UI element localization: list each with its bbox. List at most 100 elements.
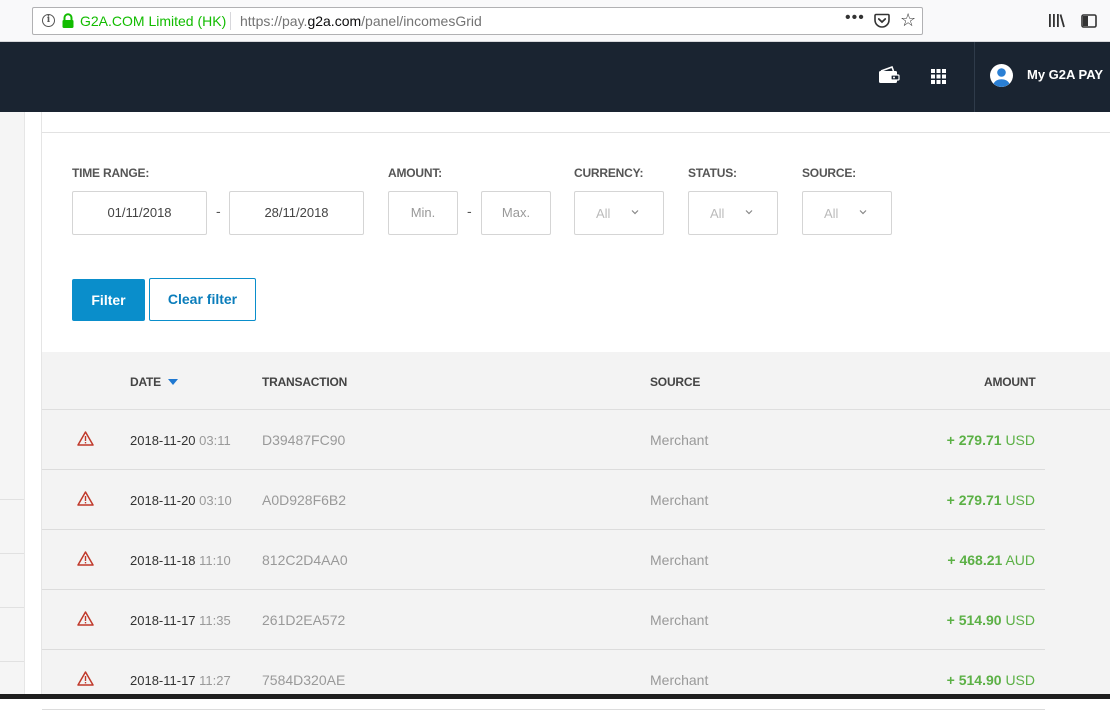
row-time: 03:11 bbox=[199, 433, 231, 448]
row-date: 2018-11-18 11:10 bbox=[130, 553, 231, 568]
amount-min-input[interactable]: Min. bbox=[388, 191, 458, 235]
wallet-icon[interactable] bbox=[878, 66, 900, 84]
row-currency: USD bbox=[1005, 492, 1035, 508]
gutter-divider bbox=[0, 553, 24, 554]
warning-icon[interactable] bbox=[77, 671, 94, 691]
row-time: 11:27 bbox=[199, 673, 231, 688]
row-date-day: 2018-11-20 bbox=[130, 433, 196, 448]
sidebar-toggle-icon[interactable] bbox=[1081, 14, 1097, 28]
table-row[interactable]: 2018-11-20 03:10 A0D928F6B2 Merchant + 279.… bbox=[42, 470, 1045, 530]
row-amount-value: + 468.21 bbox=[947, 552, 1003, 568]
row-date-day: 2018-11-18 bbox=[130, 553, 196, 568]
account-menu-label[interactable]: My G2A PAY bbox=[1027, 67, 1103, 82]
warning-icon[interactable] bbox=[77, 611, 94, 631]
table-row[interactable]: 2018-11-17 11:35 261D2EA572 Merchant + 514.… bbox=[42, 590, 1045, 650]
clear-filter-button[interactable]: Clear filter bbox=[149, 278, 256, 321]
warning-icon[interactable] bbox=[77, 551, 94, 571]
currency-label: CURRENCY: bbox=[574, 166, 644, 180]
table-row[interactable]: 2018-11-18 11:10 812C2D4AA0 Merchant + 468.… bbox=[42, 530, 1045, 590]
site-identity: G2A.COM Limited (HK) bbox=[80, 13, 227, 29]
url-path: /panel/incomesGrid bbox=[361, 13, 482, 29]
row-transaction-id[interactable]: 812C2D4AA0 bbox=[262, 552, 348, 568]
row-currency: USD bbox=[1005, 612, 1035, 628]
row-time: 11:35 bbox=[199, 613, 231, 628]
row-time: 03:10 bbox=[199, 493, 232, 508]
row-currency: AUD bbox=[1005, 552, 1035, 568]
row-date-day: 2018-11-17 bbox=[130, 613, 196, 628]
row-amount-value: + 514.90 bbox=[946, 672, 1002, 688]
url-domain: g2a.com bbox=[307, 13, 362, 29]
column-header-amount: AMOUNT bbox=[984, 375, 1036, 389]
warning-icon[interactable] bbox=[77, 431, 94, 451]
row-transaction-id[interactable]: 7584D320AE bbox=[262, 672, 345, 688]
row-currency: USD bbox=[1005, 672, 1035, 688]
table-row[interactable]: 2018-11-20 03:11 D39487FC90 Merchant + 279.… bbox=[42, 410, 1045, 470]
currency-select-value: All bbox=[596, 206, 611, 221]
filter-button[interactable]: Filter bbox=[72, 279, 145, 321]
lock-icon bbox=[62, 13, 74, 28]
pocket-icon[interactable] bbox=[874, 13, 890, 28]
incomes-panel: TIME RANGE: AMOUNT: CURRENCY: STATUS: SO… bbox=[41, 112, 1110, 710]
gutter-divider bbox=[0, 661, 24, 662]
site-info-icon[interactable]: i bbox=[42, 14, 55, 27]
date-from-input[interactable]: 01/11/2018 bbox=[72, 191, 207, 235]
column-header-date[interactable]: DATE bbox=[130, 375, 161, 389]
status-select[interactable]: All bbox=[688, 191, 778, 235]
header-divider bbox=[974, 42, 975, 112]
row-transaction-id[interactable]: D39487FC90 bbox=[262, 432, 345, 448]
status-select-value: All bbox=[710, 206, 725, 221]
range-separator: - bbox=[216, 203, 221, 219]
row-amount: + 279.71 USD bbox=[947, 432, 1035, 448]
column-header-source: SOURCE bbox=[650, 375, 701, 389]
browser-toolbar: i G2A.COM Limited (HK) https://pay.g2a.c… bbox=[0, 0, 1110, 42]
gutter-divider bbox=[0, 607, 24, 608]
warning-icon[interactable] bbox=[77, 491, 94, 511]
avatar-icon[interactable] bbox=[990, 64, 1013, 87]
source-label: SOURCE: bbox=[802, 166, 856, 180]
url-separator bbox=[230, 12, 231, 30]
taskbar-edge bbox=[0, 694, 1110, 699]
bookmark-star-icon[interactable]: ☆ bbox=[900, 10, 916, 31]
status-label: STATUS: bbox=[688, 166, 737, 180]
row-amount: + 279.71 USD bbox=[947, 492, 1035, 508]
row-amount: + 514.90 USD bbox=[947, 612, 1035, 628]
date-to-input[interactable]: 28/11/2018 bbox=[229, 191, 364, 235]
sort-descending-icon[interactable] bbox=[168, 379, 178, 385]
row-date: 2018-11-17 11:35 bbox=[130, 613, 231, 628]
row-source: Merchant bbox=[650, 552, 709, 568]
row-amount-value: + 514.90 bbox=[946, 612, 1002, 628]
library-icon[interactable] bbox=[1048, 13, 1065, 28]
amount-max-input[interactable]: Max. bbox=[481, 191, 551, 235]
url-prefix: https://pay. bbox=[240, 13, 308, 29]
column-header-transaction: TRANSACTION bbox=[262, 375, 348, 389]
row-date-day: 2018-11-20 bbox=[130, 493, 196, 508]
row-source: Merchant bbox=[650, 612, 709, 628]
row-transaction-id[interactable]: A0D928F6B2 bbox=[262, 492, 346, 508]
row-date-day: 2018-11-17 bbox=[130, 673, 196, 688]
row-transaction-id[interactable]: 261D2EA572 bbox=[262, 612, 345, 628]
row-amount: + 468.21 AUD bbox=[947, 552, 1035, 568]
range-separator: - bbox=[467, 203, 472, 219]
page-actions-icon[interactable]: ••• bbox=[845, 9, 865, 27]
left-gutter bbox=[0, 112, 25, 699]
section-divider bbox=[42, 132, 1110, 133]
currency-select[interactable]: All bbox=[574, 191, 664, 235]
row-date: 2018-11-17 11:27 bbox=[130, 673, 231, 688]
table-row[interactable]: 2018-11-17 11:27 7584D320AE Merchant + 514.… bbox=[42, 650, 1045, 710]
row-date: 2018-11-20 03:10 bbox=[130, 493, 232, 508]
gutter-divider bbox=[0, 499, 24, 500]
chevron-down-icon bbox=[745, 210, 753, 215]
apps-grid-icon[interactable] bbox=[931, 69, 946, 84]
row-source: Merchant bbox=[650, 432, 709, 448]
row-date: 2018-11-20 03:11 bbox=[130, 433, 231, 448]
row-amount: + 514.90 USD bbox=[947, 672, 1035, 688]
row-source: Merchant bbox=[650, 492, 709, 508]
url-bar[interactable]: i G2A.COM Limited (HK) https://pay.g2a.c… bbox=[32, 7, 923, 35]
row-amount-value: + 279.71 bbox=[946, 492, 1002, 508]
amount-label: AMOUNT: bbox=[388, 166, 442, 180]
row-time: 11:10 bbox=[199, 553, 231, 568]
url-text[interactable]: https://pay.g2a.com/panel/incomesGrid bbox=[240, 13, 482, 29]
source-select-value: All bbox=[824, 206, 839, 221]
chevron-down-icon bbox=[631, 210, 639, 215]
source-select[interactable]: All bbox=[802, 191, 892, 235]
